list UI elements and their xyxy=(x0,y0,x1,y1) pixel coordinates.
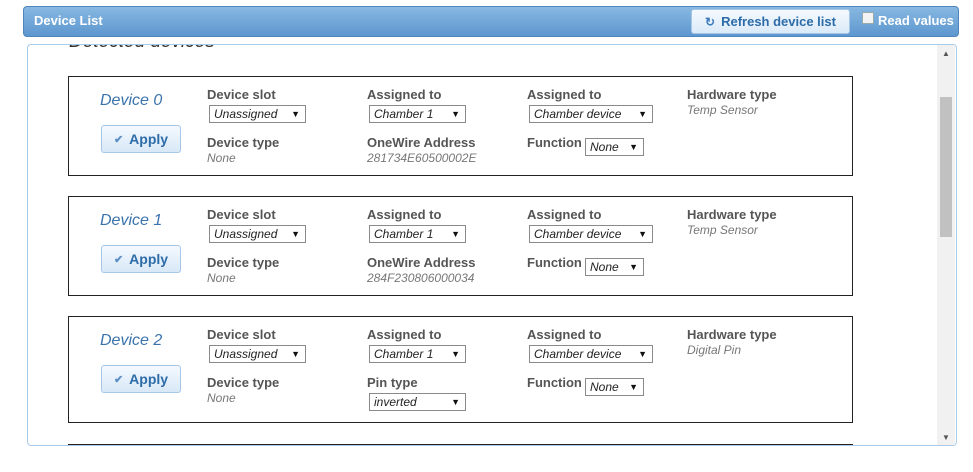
assigned-device-value: Chamber device xyxy=(534,227,622,241)
dropdown-arrow-icon: ▼ xyxy=(629,262,638,272)
function-select[interactable]: None ▼ xyxy=(585,378,644,396)
dropdown-arrow-icon: ▼ xyxy=(291,349,300,359)
dropdown-arrow-icon: ▼ xyxy=(629,142,638,152)
dropdown-arrow-icon: ▼ xyxy=(451,397,460,407)
next-device-card-edge xyxy=(68,444,853,445)
assigned-to-label: Assigned to xyxy=(367,87,442,102)
read-values-toggle[interactable]: Read values xyxy=(862,11,954,28)
hardware-type-value: Digital Pin xyxy=(687,343,742,357)
dropdown-arrow-icon: ▼ xyxy=(451,349,460,359)
scroll-down-arrow-icon[interactable]: ▼ xyxy=(937,431,955,445)
function-select[interactable]: None ▼ xyxy=(585,258,644,276)
function-label: Function xyxy=(527,255,582,270)
dropdown-arrow-icon: ▼ xyxy=(291,109,300,119)
device-slot-select[interactable]: Unassigned ▼ xyxy=(209,225,306,243)
apply-label: Apply xyxy=(129,371,169,387)
dropdown-arrow-icon: ▼ xyxy=(638,229,647,239)
dropdown-arrow-icon: ▼ xyxy=(291,229,300,239)
assigned-to-label: Assigned to xyxy=(527,207,602,222)
apply-button[interactable]: ✔ Apply xyxy=(101,365,181,393)
read-values-checkbox[interactable] xyxy=(862,11,874,24)
read-values-label: Read values xyxy=(878,13,954,28)
assigned-to-label: Assigned to xyxy=(527,87,602,102)
assigned-chamber-select[interactable]: Chamber 1 ▼ xyxy=(369,225,466,243)
hardware-type-label: Hardware type xyxy=(687,327,777,342)
device-type-value: None xyxy=(207,391,236,405)
device-slot-value: Unassigned xyxy=(214,347,278,361)
section-title: Detected devices xyxy=(69,45,215,53)
checkmark-icon: ✔ xyxy=(113,253,124,266)
device-slot-label: Device slot xyxy=(207,207,276,222)
assigned-chamber-value: Chamber 1 xyxy=(374,347,434,361)
device-slot-value: Unassigned xyxy=(214,107,278,121)
apply-label: Apply xyxy=(129,251,169,267)
scrollbar-thumb[interactable] xyxy=(940,97,952,237)
assigned-device-select[interactable]: Chamber device ▼ xyxy=(529,345,653,363)
device-type-label: Device type xyxy=(207,135,280,150)
pin-type-label: Pin type xyxy=(367,375,418,390)
refresh-button-label: Refresh device list xyxy=(721,14,836,29)
pin-type-value: inverted xyxy=(374,395,417,409)
checkmark-icon: ✔ xyxy=(113,373,124,386)
device-card-0: Device 0 ✔ Apply Device slot Unassigned ▼… xyxy=(68,76,853,176)
dropdown-arrow-icon: ▼ xyxy=(638,349,647,359)
assigned-chamber-select[interactable]: Chamber 1 ▼ xyxy=(369,345,466,363)
device-name: Device 1 xyxy=(100,212,163,229)
onewire-address-label: OneWire Address xyxy=(367,255,476,270)
devices-panel: Detected devices Device 0 ✔ Apply Device… xyxy=(27,44,957,446)
apply-label: Apply xyxy=(129,131,169,147)
device-slot-select[interactable]: Unassigned ▼ xyxy=(209,105,306,123)
assigned-device-value: Chamber device xyxy=(534,107,622,121)
function-label: Function xyxy=(527,375,582,390)
device-type-label: Device type xyxy=(207,375,280,390)
hardware-type-value: Temp Sensor xyxy=(687,103,758,117)
function-value: None xyxy=(590,380,619,394)
device-slot-label: Device slot xyxy=(207,87,276,102)
apply-button[interactable]: ✔ Apply xyxy=(101,245,181,273)
function-value: None xyxy=(590,260,619,274)
refresh-icon: ↻ xyxy=(705,14,716,29)
device-slot-select[interactable]: Unassigned ▼ xyxy=(209,345,306,363)
dropdown-arrow-icon: ▼ xyxy=(638,109,647,119)
function-value: None xyxy=(590,140,619,154)
refresh-device-list-button[interactable]: ↻ Refresh device list xyxy=(691,9,850,34)
hardware-type-value: Temp Sensor xyxy=(687,223,758,237)
assigned-to-label: Assigned to xyxy=(367,207,442,222)
hardware-type-label: Hardware type xyxy=(687,207,777,222)
device-type-value: None xyxy=(207,151,236,165)
assigned-device-select[interactable]: Chamber device ▼ xyxy=(529,105,653,123)
onewire-address-value: 284F230806000034 xyxy=(367,271,475,285)
device-card-1: Device 1 ✔ Apply Device slot Unassigned ▼… xyxy=(68,196,853,296)
pin-type-select[interactable]: inverted ▼ xyxy=(369,393,466,411)
dropdown-arrow-icon: ▼ xyxy=(629,382,638,392)
assigned-device-value: Chamber device xyxy=(534,347,622,361)
assigned-to-label: Assigned to xyxy=(527,327,602,342)
device-list-header: Device List ↻ Refresh device list Read v… xyxy=(23,6,959,37)
vertical-scrollbar[interactable]: ▲ ▼ xyxy=(937,45,955,445)
device-name: Device 2 xyxy=(100,332,163,349)
device-slot-value: Unassigned xyxy=(214,227,278,241)
dropdown-arrow-icon: ▼ xyxy=(451,229,460,239)
onewire-address-value: 281734E60500002E xyxy=(367,151,477,165)
hardware-type-label: Hardware type xyxy=(687,87,777,102)
dropdown-arrow-icon: ▼ xyxy=(451,109,460,119)
assigned-chamber-value: Chamber 1 xyxy=(374,227,434,241)
assigned-to-label: Assigned to xyxy=(367,327,442,342)
scroll-up-arrow-icon[interactable]: ▲ xyxy=(937,47,955,61)
apply-button[interactable]: ✔ Apply xyxy=(101,125,181,153)
panel-title: Device List xyxy=(34,13,103,28)
function-select[interactable]: None ▼ xyxy=(585,138,644,156)
device-card-2: Device 2 ✔ Apply Device slot Unassigned ▼… xyxy=(68,316,853,423)
device-name: Device 0 xyxy=(100,92,163,109)
assigned-device-select[interactable]: Chamber device ▼ xyxy=(529,225,653,243)
function-label: Function xyxy=(527,135,582,150)
device-type-label: Device type xyxy=(207,255,280,270)
assigned-chamber-select[interactable]: Chamber 1 ▼ xyxy=(369,105,466,123)
assigned-chamber-value: Chamber 1 xyxy=(374,107,434,121)
onewire-address-label: OneWire Address xyxy=(367,135,476,150)
checkmark-icon: ✔ xyxy=(113,133,124,146)
device-type-value: None xyxy=(207,271,236,285)
device-slot-label: Device slot xyxy=(207,327,276,342)
